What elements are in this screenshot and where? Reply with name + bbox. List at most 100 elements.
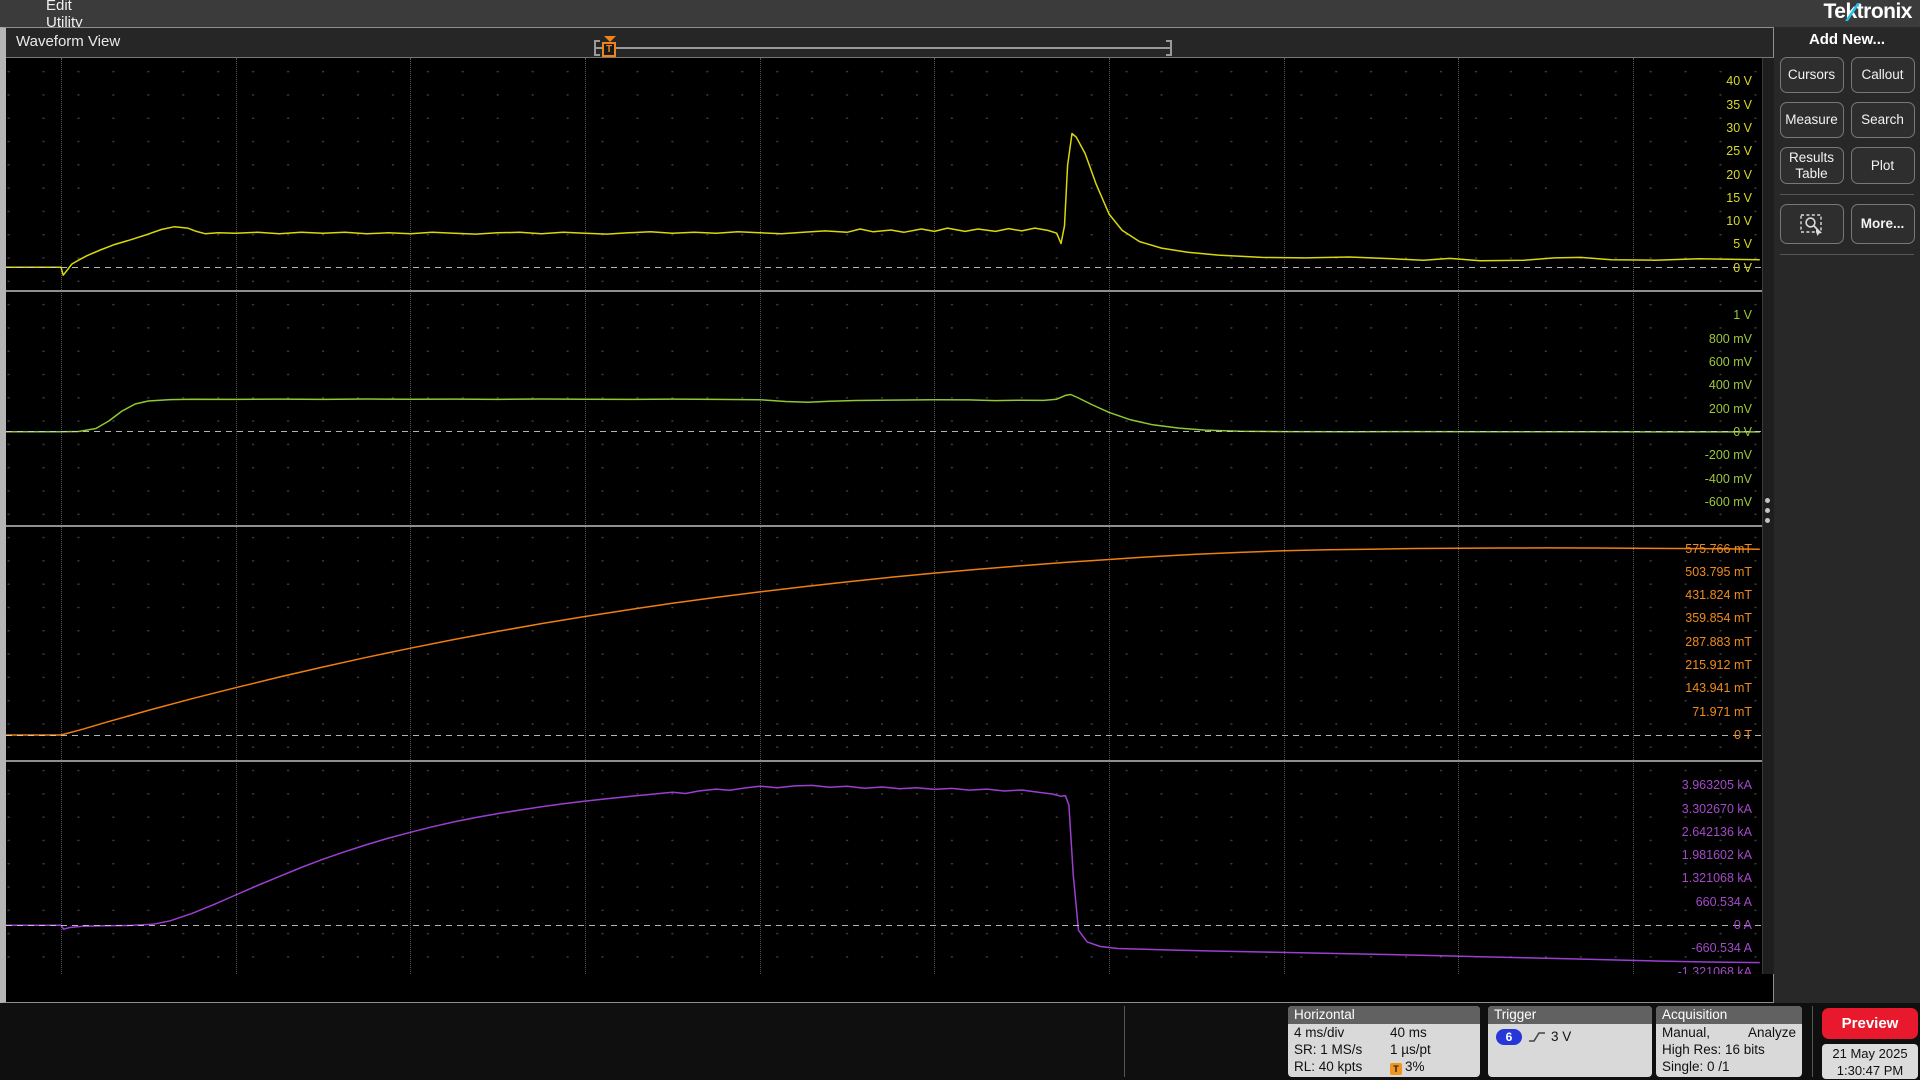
y-axis-label: 5 V — [1733, 237, 1752, 252]
y-axis-label: 2.642136 kA — [1681, 824, 1752, 839]
acquisition-mode: Manual, — [1662, 1025, 1711, 1040]
y-axis-label: 10 V — [1726, 214, 1752, 229]
trigger-level: 3 V — [1551, 1029, 1572, 1044]
y-axis-label: 200 mV — [1708, 401, 1752, 416]
trigger-source-badge: 6 — [1496, 1028, 1522, 1045]
y-axis-label: 35 V — [1726, 97, 1752, 112]
y-axis-label: 40 V — [1726, 74, 1752, 89]
waveform-view-title: Waveform View — [16, 33, 121, 50]
section-divider — [6, 760, 1762, 762]
tool-buttons: More... — [1774, 204, 1920, 245]
y-axis-label: 660.534 A — [1695, 894, 1752, 909]
y-axis-label: 575.766 mT — [1685, 541, 1752, 556]
trigger-panel[interactable]: Trigger 6 3 V — [1488, 1006, 1652, 1077]
y-axis-label: 1.321068 kA — [1681, 871, 1752, 886]
sample-rate: SR: 1 MS/s — [1294, 1042, 1363, 1057]
y-axis-label: -200 mV — [1704, 448, 1752, 463]
add-new-title: Add New... — [1808, 31, 1886, 48]
y-axis-label: 0 A — [1733, 918, 1752, 933]
y-axis-label: 143.941 mT — [1685, 681, 1752, 696]
y-axis-label: 30 V — [1726, 120, 1752, 135]
cursors-button[interactable]: Cursors — [1779, 57, 1844, 93]
y-axis-label: 25 V — [1726, 144, 1752, 159]
y-axis-label: 287.883 mT — [1685, 634, 1752, 649]
right-bracket — [1166, 40, 1172, 56]
y-axis-label: 0 V — [1733, 424, 1752, 439]
zero-reference-line — [6, 734, 1762, 736]
y-axis-label: 3.963205 kA — [1681, 778, 1752, 793]
datetime-display[interactable]: 21 May 2025 1:30:47 PM — [1822, 1044, 1918, 1079]
tektronix-logo: Tektronix — [1823, 0, 1913, 23]
horizontal-panel-title: Horizontal — [1288, 1006, 1480, 1024]
drag-handle-icon[interactable] — [1765, 498, 1770, 523]
trigger-mini-icon: T — [1390, 1063, 1402, 1075]
position-line — [594, 47, 1172, 49]
zero-reference-line — [6, 924, 1762, 926]
y-axis-label: 400 mV — [1708, 378, 1752, 393]
waveform-traces — [6, 132, 1760, 964]
zero-reference-line — [6, 267, 1762, 269]
add-new-panel: Add New... Cursors Callout Measure Search Re… — [1774, 27, 1920, 1003]
y-axis-label: 503.795 mT — [1685, 564, 1752, 579]
y-axis-label: -400 mV — [1704, 471, 1752, 486]
record-length: RL: 40 kpts — [1294, 1059, 1363, 1074]
y-axis-label: 1 V — [1733, 308, 1752, 323]
y-axis-label: 15 V — [1726, 190, 1752, 205]
y-axis-label: -660.534 A — [1691, 941, 1752, 956]
trace-i-p — [6, 784, 1760, 964]
menu-edit[interactable]: Edit — [46, 0, 83, 14]
separator — [1812, 1006, 1813, 1077]
trigger-panel-title: Trigger — [1488, 1006, 1652, 1024]
y-axis-label: 600 mV — [1708, 355, 1752, 370]
graticule[interactable]: 40 V 35 V 30 V 25 V 20 V 15 V 10 V 5 V 0 V 1 V 800… — [6, 58, 1762, 974]
separator — [1780, 254, 1914, 256]
date-label: 21 May 2025 — [1832, 1046, 1908, 1061]
y-axis-label: 20 V — [1726, 167, 1752, 182]
y-axis-label: -1.321068 kA — [1677, 964, 1752, 974]
section-divider — [6, 290, 1762, 292]
trace-u-loop-coil — [6, 132, 1760, 276]
zoom-select-icon — [1799, 214, 1822, 237]
y-axis-label: 71.971 mT — [1692, 704, 1752, 719]
trigger-position-marker-icon[interactable]: T — [602, 36, 618, 60]
horizontal-position-indicator[interactable]: T — [594, 36, 1172, 57]
menu-bar: FileEditUtilityHelp Tektronix — [0, 0, 1920, 48]
results-table-button[interactable]: Results Table — [1779, 147, 1844, 185]
y-axis-label: -600 mV — [1704, 494, 1752, 509]
sample-interval: 1 µs/pt — [1390, 1042, 1431, 1057]
more-button[interactable]: More... — [1850, 204, 1915, 245]
y-axis-label: 1.981602 kA — [1681, 848, 1752, 863]
horizontal-window: 40 ms — [1390, 1025, 1427, 1040]
search-button[interactable]: Search — [1850, 102, 1915, 138]
acquisition-panel[interactable]: Acquisition Manual, Analyze High Res: 16 … — [1656, 1006, 1802, 1077]
rising-edge-icon — [1529, 1032, 1545, 1042]
trigger-position-percent: 3% — [1405, 1059, 1425, 1074]
acquisition-analyze: Analyze — [1747, 1025, 1796, 1040]
horizontal-panel[interactable]: Horizontal 4 ms/div 40 ms SR: 1 MS/s 1 µs/… — [1288, 1006, 1480, 1077]
acquisition-resolution: High Res: 16 bits — [1662, 1042, 1765, 1057]
horizontal-scale: 4 ms/div — [1294, 1025, 1345, 1040]
y-axis-label: 0 T — [1734, 728, 1752, 742]
y-axis-label: 0 V — [1733, 260, 1752, 275]
separator — [1124, 1006, 1125, 1077]
separator — [1780, 194, 1914, 196]
add-new-buttons: Cursors Callout Measure Search Results Table… — [1774, 57, 1920, 185]
y-axis-label: 359.854 mT — [1685, 611, 1752, 626]
y-axis-label: 215.912 mT — [1685, 658, 1752, 673]
acquisition-count: Single: 0 /1 — [1662, 1059, 1730, 1074]
measure-button[interactable]: Measure — [1779, 102, 1844, 138]
waveform-view-title-bar: Waveform View T — [6, 28, 1773, 58]
acquisition-panel-title: Acquisition — [1656, 1006, 1802, 1024]
settings-bar: Horizontal 4 ms/div 40 ms SR: 1 MS/s 1 µs/… — [0, 1003, 1920, 1080]
y-axis-label: 431.824 mT — [1685, 588, 1752, 603]
y-axis-label: 800 mV — [1708, 331, 1752, 346]
plot-button[interactable]: Plot — [1850, 147, 1915, 185]
y-axis-label: 3.302670 kA — [1681, 801, 1752, 816]
callout-button[interactable]: Callout — [1850, 57, 1915, 93]
zoom-select-button[interactable] — [1779, 204, 1844, 245]
trace-u-photod — [6, 393, 1760, 433]
preview-button[interactable]: Preview — [1822, 1008, 1918, 1039]
time-label: 1:30:47 PM — [1836, 1063, 1904, 1078]
waveform-view-window: Waveform View T 40 V 35 V 30 V 25 V 20 V 15 V… — [0, 27, 1775, 1003]
trace-b-t — [6, 547, 1760, 736]
